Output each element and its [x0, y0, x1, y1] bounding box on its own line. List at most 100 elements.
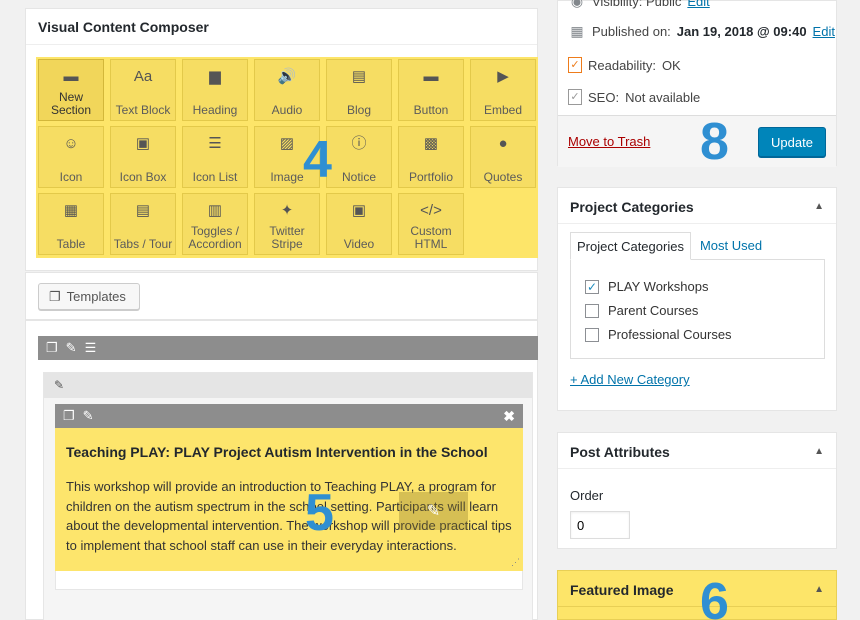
readability-label: Readability:: [588, 57, 656, 73]
published-edit-link[interactable]: Edit: [813, 24, 835, 39]
column-header: ✎: [44, 373, 532, 398]
block-label: Icon: [59, 170, 83, 184]
project-categories-header[interactable]: Project Categories ▲: [558, 188, 836, 224]
tab-all-categories[interactable]: Project Categories: [570, 232, 691, 260]
edit-element-button[interactable]: ✎: [399, 492, 468, 530]
featured-image-title: Featured Image: [570, 582, 674, 598]
published-date: Jan 19, 2018 @ 09:40: [676, 24, 807, 39]
category-checklist: ✓ PLAY Workshops Parent Courses Professi…: [570, 259, 825, 359]
smiley-icon: ☺: [63, 135, 79, 152]
block-label: Portfolio: [408, 170, 454, 184]
category-item[interactable]: Parent Courses: [585, 303, 698, 318]
row-layout-icon[interactable]: ☰: [85, 340, 97, 356]
category-item[interactable]: ✓ PLAY Workshops: [585, 279, 708, 294]
order-input[interactable]: [570, 511, 630, 539]
move-to-trash-link[interactable]: Move to Trash: [568, 134, 650, 149]
publish-actions: Move to Trash Update: [558, 115, 836, 167]
visibility-edit-link[interactable]: Edit: [687, 0, 709, 9]
block-heading[interactable]: ▆ Heading: [182, 59, 248, 121]
calendar-icon: ▦: [570, 23, 584, 39]
block-label: Notice: [341, 170, 376, 184]
block-label: Embed: [483, 103, 523, 117]
pencil-icon: ✎: [426, 503, 441, 520]
collapse-arrow-icon[interactable]: ▲: [814, 446, 824, 457]
collapse-arrow-icon[interactable]: ▲: [814, 584, 824, 595]
info-icon: ⓘ: [351, 135, 367, 152]
post-attributes-header[interactable]: Post Attributes ▲: [558, 433, 836, 469]
callout-number-5: 5: [305, 484, 334, 542]
block-embed[interactable]: ▶ Embed: [470, 59, 536, 121]
speech-bubble-icon: ●: [498, 135, 508, 152]
block-twitter-stripe[interactable]: ✦ Twitter Stripe: [254, 193, 320, 255]
category-checkbox[interactable]: [585, 327, 599, 342]
category-item[interactable]: Professional Courses: [585, 327, 732, 342]
close-icon[interactable]: ✖: [503, 408, 515, 425]
block-notice[interactable]: ⓘ Notice: [326, 126, 392, 188]
block-icon-list[interactable]: ☰ Icon List: [182, 126, 248, 188]
category-checkbox[interactable]: [585, 303, 599, 318]
update-button[interactable]: Update: [758, 127, 826, 157]
builder-canvas: ❐ ✎ ☰ ✎ ❐ ✎ ✖ Teaching PLAY: PLAY Projec…: [25, 320, 538, 620]
block-new-section[interactable]: ▬ New Section: [38, 59, 104, 121]
pencil-icon[interactable]: ✎: [83, 408, 94, 424]
tab-most-used[interactable]: Most Used: [691, 232, 768, 260]
clone-icon[interactable]: ❐: [46, 340, 58, 356]
block-text-block[interactable]: Aa Text Block: [110, 59, 176, 121]
block-label: Toggles / Accordion: [188, 224, 242, 251]
table-icon: ▦: [63, 202, 79, 219]
seo-check-icon: ✓: [568, 89, 582, 105]
blog-icon: ▤: [351, 68, 367, 85]
block-label: Video: [343, 237, 375, 251]
divider: [26, 44, 537, 45]
block-blog[interactable]: ▤ Blog: [326, 59, 392, 121]
category-tabs: Project Categories Most Used: [570, 232, 768, 260]
readability-value: OK: [661, 57, 681, 73]
block-icon[interactable]: ☺ Icon: [38, 126, 104, 188]
block-audio[interactable]: 🔊 Audio: [254, 59, 320, 121]
templates-button[interactable]: ❐ Templates: [38, 283, 140, 310]
seo-label: SEO:: [588, 89, 620, 105]
published-label: Published on:: [592, 24, 671, 39]
pencil-icon[interactable]: ✎: [66, 340, 77, 356]
list-icon: ☰: [208, 135, 222, 152]
collapse-arrow-icon[interactable]: ▲: [814, 201, 824, 212]
code-icon: </>: [420, 202, 442, 219]
pencil-icon[interactable]: ✎: [54, 378, 64, 392]
element-toolbar: ❐ ✎ ✖: [55, 404, 523, 428]
post-attributes-title: Post Attributes: [570, 444, 670, 460]
templates-label: Templates: [66, 289, 126, 304]
featured-image-box: Featured Image ▲: [557, 570, 837, 620]
visibility-row: ◉ Visibility: Public Edit: [568, 0, 710, 10]
clipboard-icon: ▣: [135, 135, 151, 152]
block-label: Icon Box: [119, 170, 167, 184]
block-label: Button: [413, 103, 449, 117]
embed-icon: ▶: [497, 68, 509, 85]
block-button[interactable]: ▬ Button: [398, 59, 464, 121]
tabs-icon: ▤: [135, 202, 151, 219]
block-label: Tabs / Tour: [113, 237, 173, 251]
notice-element[interactable]: Teaching PLAY: PLAY Project Autism Inter…: [55, 428, 523, 571]
callout-number-4: 4: [303, 131, 332, 189]
block-toggles-accordion[interactable]: ▥ Toggles / Accordion: [182, 193, 248, 255]
clone-icon[interactable]: ❐: [63, 408, 75, 424]
project-categories-title: Project Categories: [570, 199, 694, 215]
block-custom-html[interactable]: </> Custom HTML: [398, 193, 464, 255]
category-checkbox[interactable]: ✓: [585, 279, 599, 294]
element-block-grid: ▬ New Section Aa Text Block ▆ Heading 🔊 Audio ▤ B…: [36, 57, 538, 258]
project-categories-box: Project Categories ▲ Project Categories …: [557, 187, 837, 411]
block-quotes[interactable]: ● Quotes: [470, 126, 536, 188]
accordion-icon: ▥: [207, 202, 223, 219]
callout-number-8: 8: [700, 113, 729, 171]
twitter-icon: ✦: [280, 202, 294, 219]
block-portfolio[interactable]: ▩ Portfolio: [398, 126, 464, 188]
block-tabs-tour[interactable]: ▤ Tabs / Tour: [110, 193, 176, 255]
resize-handle-icon[interactable]: ⋰: [511, 557, 520, 568]
block-icon-box[interactable]: ▣ Icon Box: [110, 126, 176, 188]
block-label: Table: [56, 237, 86, 251]
add-new-category-link[interactable]: + Add New Category: [570, 372, 690, 387]
block-label: Text Block: [115, 103, 171, 117]
block-table[interactable]: ▦ Table: [38, 193, 104, 255]
block-video[interactable]: ▣ Video: [326, 193, 392, 255]
notice-title: Teaching PLAY: PLAY Project Autism Inter…: [66, 444, 488, 460]
featured-image-header[interactable]: Featured Image ▲: [558, 571, 836, 607]
